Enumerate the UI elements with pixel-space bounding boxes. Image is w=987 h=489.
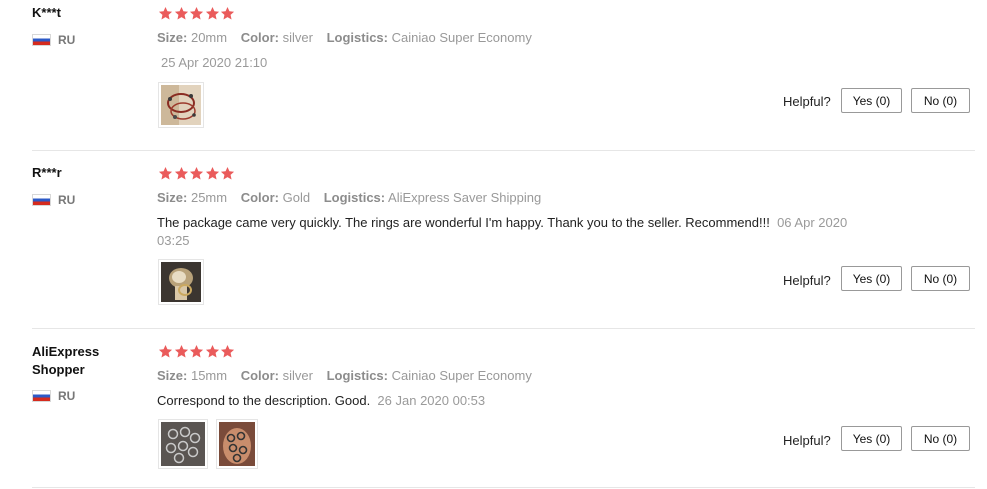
helpful-yes-button[interactable]: Yes (0) [841, 426, 902, 451]
review-photo[interactable] [216, 419, 258, 469]
order-attributes: Size: 15mm Color: silver Logistics: Cain… [157, 368, 542, 383]
helpful-label: Helpful? [783, 433, 831, 448]
helpful-yes-button[interactable]: Yes (0) [841, 266, 902, 291]
country-code: RU [58, 193, 76, 207]
star-icon [174, 344, 188, 358]
star-icon [158, 344, 173, 358]
star-rating [158, 344, 236, 359]
ru-flag-icon [32, 194, 51, 206]
review-photo[interactable] [158, 419, 208, 469]
star-icon [205, 166, 219, 180]
star-icon [205, 344, 219, 358]
photo-thumbnail [161, 85, 201, 125]
country-code: RU [58, 33, 76, 47]
review-body: The package came very quickly. The rings… [157, 215, 770, 230]
reviewer-country: RU [32, 193, 75, 207]
review-divider [32, 487, 975, 488]
star-icon [189, 344, 204, 358]
star-icon [220, 6, 235, 20]
star-icon [174, 166, 188, 180]
review-divider [32, 150, 975, 151]
star-icon [220, 166, 235, 180]
logistics-attribute: Logistics: AliExpress Saver Shipping [323, 190, 542, 205]
review-date: 25 Apr 2020 21:10 [161, 55, 268, 70]
star-rating [158, 6, 236, 21]
reviewer-name: R***r [32, 165, 62, 180]
review-date: 26 Jan 2020 00:53 [377, 393, 486, 408]
photo-thumbnail [161, 262, 201, 302]
ru-flag-icon [32, 390, 51, 402]
review-body: Correspond to the description. Good. [157, 393, 371, 408]
star-icon [220, 344, 235, 358]
review-photo[interactable] [158, 82, 204, 128]
order-attributes: Size: 20mm Color: silver Logistics: Cain… [157, 30, 542, 45]
color-attribute: Color: silver [240, 30, 313, 45]
ru-flag-icon [32, 34, 51, 46]
order-attributes: Size: 25mm Color: Gold Logistics: AliExp… [157, 190, 551, 205]
star-icon [174, 6, 188, 20]
helpful-no-button[interactable]: No (0) [911, 88, 970, 113]
photo-thumbnail [161, 422, 205, 466]
review-photo[interactable] [158, 259, 204, 305]
country-code: RU [58, 389, 76, 403]
review-text: The package came very quickly. The rings… [157, 214, 882, 250]
photo-thumbnail [219, 422, 255, 466]
logistics-attribute: Logistics: Cainiao Super Economy [326, 30, 532, 45]
star-icon [158, 166, 173, 180]
color-attribute: Color: Gold [240, 190, 311, 205]
reviewer-country: RU [32, 389, 75, 403]
star-icon [158, 6, 173, 20]
reviewer-country: RU [32, 33, 75, 47]
helpful-yes-button[interactable]: Yes (0) [841, 88, 902, 113]
size-attribute: Size: 20mm [157, 30, 228, 45]
helpful-label: Helpful? [783, 273, 831, 288]
reviewer-name: AliExpress Shopper [32, 344, 100, 377]
reviewer-name: K***t [32, 5, 61, 20]
review-text: 25 Apr 2020 21:10 [161, 54, 886, 72]
review-text: Correspond to the description. Good. 26 … [157, 392, 882, 410]
helpful-no-button[interactable]: No (0) [911, 266, 970, 291]
star-icon [189, 166, 204, 180]
size-attribute: Size: 15mm [157, 368, 228, 383]
star-rating [158, 166, 236, 181]
helpful-no-button[interactable]: No (0) [911, 426, 970, 451]
star-icon [189, 6, 204, 20]
star-icon [205, 6, 219, 20]
color-attribute: Color: silver [240, 368, 313, 383]
logistics-attribute: Logistics: Cainiao Super Economy [326, 368, 532, 383]
size-attribute: Size: 25mm [157, 190, 228, 205]
helpful-label: Helpful? [783, 94, 831, 109]
review-divider [32, 328, 975, 329]
